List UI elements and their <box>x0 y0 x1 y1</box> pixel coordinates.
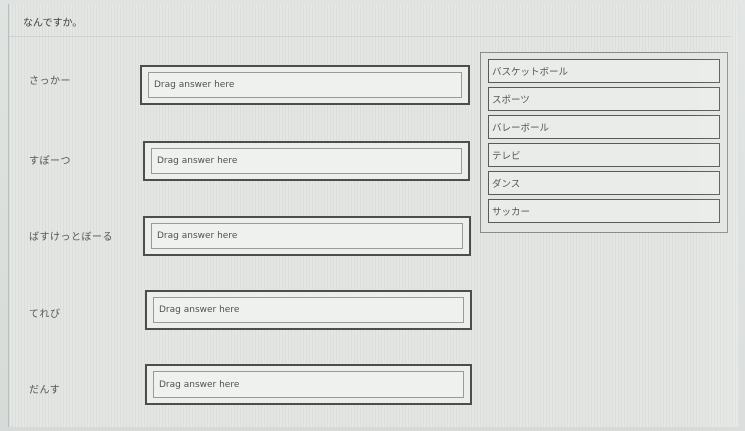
prompt-label-sports: すぽーつ <box>29 156 71 167</box>
quiz-screen: なんですか。 さっかー Drag answer here すぽーつ Drag a… <box>8 4 739 427</box>
drop-zone-sports[interactable]: Drag answer here <box>143 141 470 181</box>
drop-zone-soccer[interactable]: Drag answer here <box>140 65 470 105</box>
prompt-label-tv: てれび <box>29 309 61 320</box>
drop-placeholder: Drag answer here <box>151 223 463 249</box>
drop-zone-basketball[interactable]: Drag answer here <box>143 216 471 256</box>
choice-soccer[interactable]: サッカー <box>488 199 720 223</box>
answer-choices-panel: バスケットボール スポーツ バレーボール テレビ ダンス サッカー <box>480 52 728 233</box>
choice-basketball[interactable]: バスケットボール <box>488 59 720 83</box>
prompt-label-basketball: ばすけっとぼーる <box>29 232 113 243</box>
drop-placeholder: Drag answer here <box>153 371 464 398</box>
choice-tv[interactable]: テレビ <box>488 143 720 167</box>
choice-volleyball[interactable]: バレーボール <box>488 115 720 139</box>
question-title: なんですか。 <box>23 18 83 29</box>
drop-placeholder: Drag answer here <box>151 148 462 174</box>
drop-placeholder: Drag answer here <box>153 297 464 323</box>
drop-zone-dance[interactable]: Drag answer here <box>145 364 472 405</box>
drop-placeholder: Drag answer here <box>148 72 462 98</box>
prompt-label-soccer: さっかー <box>29 76 71 87</box>
choice-sports[interactable]: スポーツ <box>488 87 720 111</box>
drop-zone-tv[interactable]: Drag answer here <box>145 290 472 330</box>
choice-dance[interactable]: ダンス <box>488 171 720 195</box>
title-divider <box>9 36 731 37</box>
prompt-label-dance: だんす <box>29 385 61 396</box>
